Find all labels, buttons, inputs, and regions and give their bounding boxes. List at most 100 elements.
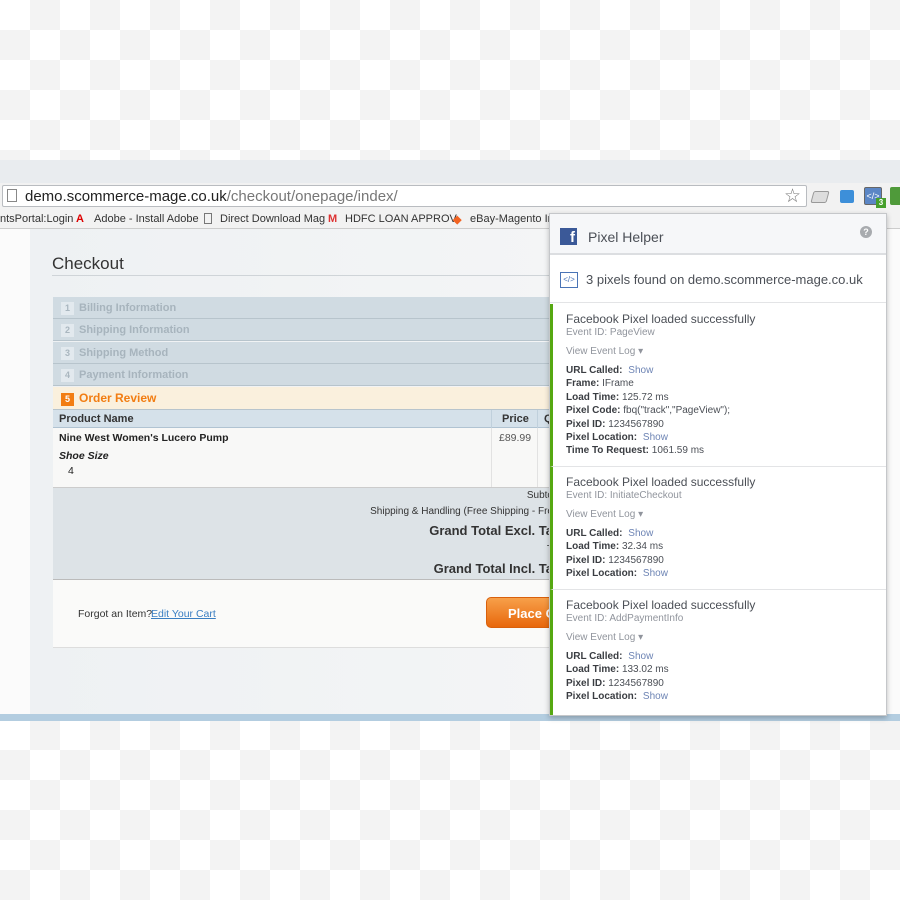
- step-billing[interactable]: 1 Billing Information: [53, 297, 553, 319]
- url-host: demo.scommerce-mage.co.uk: [25, 188, 227, 205]
- page-title: Checkout: [52, 254, 124, 273]
- step-number: 2: [61, 324, 74, 337]
- show-link[interactable]: Show: [628, 365, 653, 376]
- view-event-log-label: View Event Log: [566, 346, 636, 357]
- event-id: Event ID: AddPaymentInfo: [566, 613, 684, 624]
- bookmark[interactable]: HDFC LOAN APPROV: [345, 213, 457, 225]
- view-event-log-label: View Event Log: [566, 632, 636, 643]
- view-event-log-toggle[interactable]: View Event Log ▾: [566, 632, 886, 644]
- detail-key: URL Called:: [566, 528, 623, 539]
- page-icon: [204, 213, 212, 224]
- view-event-log-toggle[interactable]: View Event Log ▾: [566, 509, 886, 521]
- detail-value: 1061.59 ms: [651, 445, 705, 457]
- show-link[interactable]: Show: [643, 568, 668, 579]
- shield-extension-icon[interactable]: [890, 187, 900, 205]
- step-label: Payment Information: [79, 369, 189, 381]
- bookmark[interactable]: Direct Download Mag: [220, 213, 325, 225]
- detail-key: Load Time:: [566, 664, 620, 676]
- gmail-icon: M: [328, 213, 338, 225]
- shipping-label: Shipping & Handling (Free Shipping - Fre: [370, 506, 553, 517]
- step-order-review[interactable]: 5 Order Review: [53, 387, 553, 410]
- edit-cart-link[interactable]: Edit Your Cart: [151, 608, 216, 620]
- show-link[interactable]: Show: [628, 651, 653, 662]
- detail-key: Pixel Code:: [566, 405, 621, 417]
- step-number: 4: [61, 369, 74, 382]
- tab-strip: [0, 160, 900, 184]
- detail-row: Load Time: 133.02 ms: [566, 663, 886, 676]
- table-row: Nine West Women's Lucero Pump Shoe Size …: [53, 428, 553, 487]
- detail-row: Pixel Code: fbq("track","PageView");: [566, 404, 886, 417]
- bookmark[interactable]: Adobe - Install Adobe: [94, 213, 199, 225]
- entry-title: Facebook Pixel loaded successfully: [566, 598, 756, 612]
- detail-row: URL Called: Show: [566, 364, 886, 377]
- product-name: Nine West Women's Lucero Pump: [59, 432, 229, 444]
- step-number: 5: [61, 393, 74, 406]
- help-icon[interactable]: ?: [860, 226, 872, 238]
- detail-row: Pixel ID: 1234567890: [566, 418, 886, 431]
- divider: [52, 275, 552, 276]
- pixel-helper-popup: f Pixel Helper ? </> 3 pixels found on d…: [549, 213, 887, 716]
- step-label: Billing Information: [79, 302, 177, 314]
- bookmark-star-icon[interactable]: ☆: [784, 185, 801, 208]
- detail-key: Frame:: [566, 378, 600, 390]
- detail-key: URL Called:: [566, 365, 623, 376]
- entry-title: Facebook Pixel loaded successfully: [566, 475, 756, 489]
- caret-down-icon: ▾: [638, 632, 644, 643]
- detail-value: fbq("track","PageView");: [623, 405, 731, 417]
- event-id: Event ID: InitiateCheckout: [566, 490, 682, 501]
- grand-total-incl-label: Grand Total Incl. Ta: [433, 561, 553, 576]
- detail-key: Pixel Location:: [566, 691, 638, 703]
- grand-total-excl-label: Grand Total Excl. Ta: [429, 523, 553, 538]
- bookmark[interactable]: ntsPortal:Login: [0, 213, 73, 225]
- extension-badge: 3: [876, 198, 886, 208]
- detail-row: Pixel Location: Show: [566, 690, 886, 703]
- pixel-entry: Facebook Pixel loaded successfully Event…: [550, 467, 886, 590]
- detail-value: 32.34 ms: [621, 541, 664, 553]
- view-event-log-label: View Event Log: [566, 509, 636, 520]
- detail-key: Load Time:: [566, 541, 620, 553]
- event-id: Event ID: PageView: [566, 327, 655, 338]
- bookmark[interactable]: eBay-Magento Int: [470, 213, 557, 225]
- detail-row: Load Time: 32.34 ms: [566, 540, 886, 553]
- detail-value: 1234567890: [608, 554, 664, 566]
- table-header: Product Name Price Q: [53, 410, 553, 428]
- step-shipping-method[interactable]: 3 Shipping Method: [53, 342, 553, 364]
- detail-value: 133.02 ms: [621, 664, 669, 676]
- view-event-log-toggle[interactable]: View Event Log ▾: [566, 346, 886, 358]
- extension-icon[interactable]: [810, 191, 830, 203]
- detail-key: Pixel ID:: [566, 418, 606, 430]
- detail-key: Time To Request:: [566, 445, 649, 457]
- detail-row: Pixel ID: 1234567890: [566, 677, 886, 690]
- product-price: £89.99: [491, 428, 531, 487]
- pixels-found-text: 3 pixels found on demo.scommerce-mage.co…: [586, 272, 863, 287]
- show-link[interactable]: Show: [643, 691, 668, 702]
- url-path: /checkout/onepage/index/: [226, 188, 398, 205]
- detail-row: Time To Request: 1061.59 ms: [566, 444, 886, 457]
- detail-row: URL Called: Show: [566, 650, 886, 663]
- step-number: 3: [61, 347, 74, 360]
- detail-row: Frame: IFrame: [566, 377, 886, 390]
- option-value: 4: [68, 465, 74, 477]
- step-shipping-info[interactable]: 2 Shipping Information: [53, 319, 553, 341]
- pixel-entry: Facebook Pixel loaded successfully Event…: [550, 304, 886, 467]
- step-label: Order Review: [79, 391, 157, 405]
- detail-value: 1234567890: [608, 418, 664, 430]
- detail-row: Pixel Location: Show: [566, 431, 886, 444]
- show-link[interactable]: Show: [643, 432, 668, 443]
- forgot-item-text: Forgot an Item?: [78, 608, 153, 620]
- order-totals: Subto Shipping & Handling (Free Shipping…: [53, 487, 553, 580]
- detail-row: URL Called: Show: [566, 527, 886, 540]
- tag-extension-icon[interactable]: [840, 190, 854, 203]
- show-link[interactable]: Show: [628, 528, 653, 539]
- adobe-icon: A: [76, 213, 84, 225]
- address-bar[interactable]: demo.scommerce-mage.co.uk/checkout/onepa…: [2, 185, 807, 207]
- option-label: Shoe Size: [59, 450, 109, 462]
- entry-title: Facebook Pixel loaded successfully: [566, 312, 756, 326]
- column-price: Price: [491, 410, 529, 428]
- detail-key: URL Called:: [566, 651, 623, 662]
- step-payment[interactable]: 4 Payment Information: [53, 364, 553, 386]
- column-product: Product Name: [59, 413, 134, 425]
- detail-key: Pixel Location:: [566, 568, 638, 580]
- code-icon: </>: [560, 272, 578, 288]
- detail-row: Pixel ID: 1234567890: [566, 554, 886, 567]
